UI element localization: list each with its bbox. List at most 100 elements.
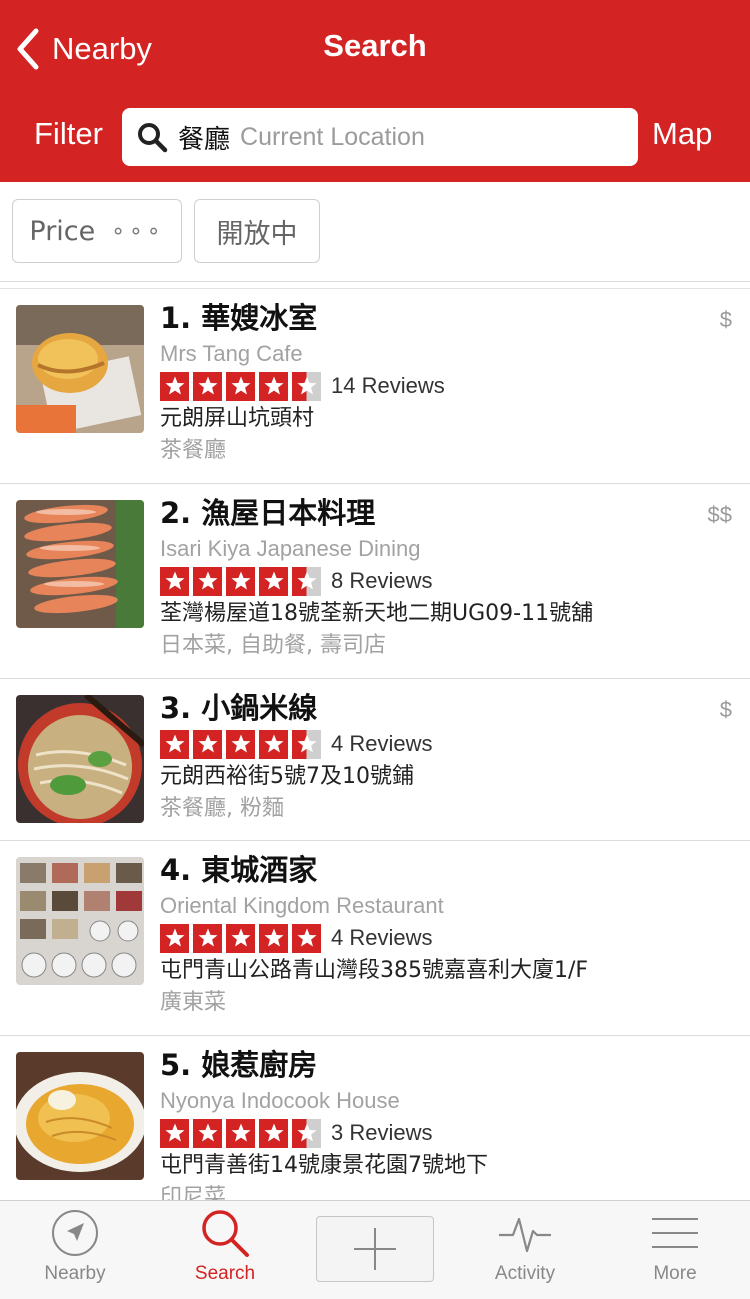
search-bar[interactable]: 餐廳 [122,108,638,166]
star-icon [193,923,222,953]
rating-row: 3 Reviews [160,1116,720,1150]
review-count: 4 Reviews [331,925,433,950]
activity-icon [499,1217,551,1253]
list-item[interactable]: 4. 東城酒家 Oriental Kingdom Restaurant 4 Re… [0,841,750,1036]
price-level: $ [719,307,732,332]
list-item[interactable]: 2. 漁屋日本料理 Isari Kiya Japanese Dining 8 R… [0,484,750,679]
star-icon [226,1118,255,1148]
compass-icon [52,1210,98,1256]
restaurant-category: 廣東菜 [160,990,227,1015]
star-icon [226,371,255,401]
restaurant-address: 元朗西裕街5號7及10號鋪 [160,764,414,789]
open-now-chip[interactable]: 開放中 [194,199,320,263]
restaurant-category: 日本菜, 自助餐, 壽司店 [160,633,386,658]
star-icon [160,371,189,401]
star-icon [160,1118,189,1148]
search-icon [138,123,168,153]
restaurant-address: 屯門青山公路青山灣段385號嘉喜利大廈1/F [160,958,589,983]
star-rating [160,729,325,759]
star-icon [292,371,321,401]
plus-icon [354,1228,396,1270]
star-icon [259,923,288,953]
star-icon [193,1118,222,1148]
item-info: 2. 漁屋日本料理 Isari Kiya Japanese Dining 8 R… [160,494,720,662]
review-count: 8 Reviews [331,568,433,593]
star-rating [160,1118,325,1148]
restaurant-name: 2. 漁屋日本料理 [160,496,376,530]
star-rating [160,923,325,953]
rating-row: 14 Reviews [160,369,720,403]
restaurant-english-name: Isari Kiya Japanese Dining [160,536,421,561]
price-level: $$ [707,502,732,527]
restaurant-category: 茶餐廳 [160,438,227,463]
list-item[interactable]: 5. 娘惹廚房 Nyonya Indocook House 3 Reviews … [0,1036,750,1200]
tab-search-label: Search [194,1263,256,1284]
star-rating [160,371,325,401]
restaurant-category: 印尼菜 [160,1185,227,1200]
results-list[interactable]: 1. 華嫂冰室 Mrs Tang Cafe 14 Reviews 元朗屏山坑頭村… [0,288,750,1200]
star-icon [292,923,321,953]
star-icon [259,371,288,401]
search-icon [202,1210,249,1257]
star-icon [160,566,189,596]
star-icon [193,729,222,759]
price-chip-label: Price [29,215,96,247]
restaurant-photo [16,695,144,823]
star-icon [292,729,321,759]
review-count: 14 Reviews [331,373,445,398]
filter-button[interactable]: Filter [34,116,103,152]
restaurant-english-name: Mrs Tang Cafe [160,341,303,366]
add-button[interactable] [316,1216,434,1282]
search-term: 餐廳 [178,124,231,155]
star-rating [160,566,325,596]
menu-icon [652,1218,698,1248]
restaurant-name: 3. 小鍋米線 [160,691,318,725]
tab-bar: Nearby Search Activity More [0,1200,750,1299]
star-icon [259,729,288,759]
star-icon [226,729,255,759]
restaurant-photo [16,857,144,985]
price-filter-chip[interactable]: Price ∘∘∘ [12,199,182,263]
star-icon [226,923,255,953]
review-count: 4 Reviews [331,731,433,756]
star-icon [193,566,222,596]
star-icon [259,1118,288,1148]
tab-search[interactable]: Search [150,1201,300,1299]
restaurant-name: 5. 娘惹廚房 [160,1048,318,1082]
price-level: $ [719,697,732,722]
location-input[interactable] [240,122,621,152]
tab-activity[interactable]: Activity [450,1201,600,1299]
star-icon [193,371,222,401]
restaurant-address: 屯門青善街14號康景花園7號地下 [160,1153,488,1178]
rating-row: 4 Reviews [160,727,720,761]
tab-nearby[interactable]: Nearby [0,1201,150,1299]
rating-row: 4 Reviews [160,921,720,955]
restaurant-name: 1. 華嫂冰室 [160,301,318,335]
top-bar: Nearby Search Filter 餐廳 Map [0,0,750,182]
restaurant-name: 4. 東城酒家 [160,853,318,887]
tab-activity-label: Activity [494,1263,556,1284]
restaurant-photo [16,500,144,628]
tab-more[interactable]: More [600,1201,750,1299]
restaurant-address: 荃灣楊屋道18號荃新天地二期UG09-11號舖 [160,601,594,626]
restaurant-photo [16,305,144,433]
tab-more-label: More [653,1263,697,1284]
restaurant-category: 茶餐廳, 粉麵 [160,796,284,821]
price-dots: ∘∘∘ [111,218,165,244]
map-button[interactable]: Map [652,116,712,152]
list-item[interactable]: 3. 小鍋米線 4 Reviews 元朗西裕街5號7及10號鋪 茶餐廳, 粉麵 … [0,679,750,841]
star-icon [160,923,189,953]
list-item[interactable]: 1. 華嫂冰室 Mrs Tang Cafe 14 Reviews 元朗屏山坑頭村… [0,289,750,484]
star-icon [292,566,321,596]
restaurant-english-name: Nyonya Indocook House [160,1088,400,1113]
star-icon [160,729,189,759]
chevron-left-icon [17,28,39,70]
tab-nearby-label: Nearby [44,1263,106,1284]
back-label: Nearby [52,31,152,66]
restaurant-address: 元朗屏山坑頭村 [160,406,315,431]
review-count: 3 Reviews [331,1120,433,1145]
star-icon [292,1118,321,1148]
back-button[interactable]: Nearby [14,24,152,74]
filter-chips: Price ∘∘∘ 開放中 [0,182,750,282]
item-info: 4. 東城酒家 Oriental Kingdom Restaurant 4 Re… [160,851,720,1019]
